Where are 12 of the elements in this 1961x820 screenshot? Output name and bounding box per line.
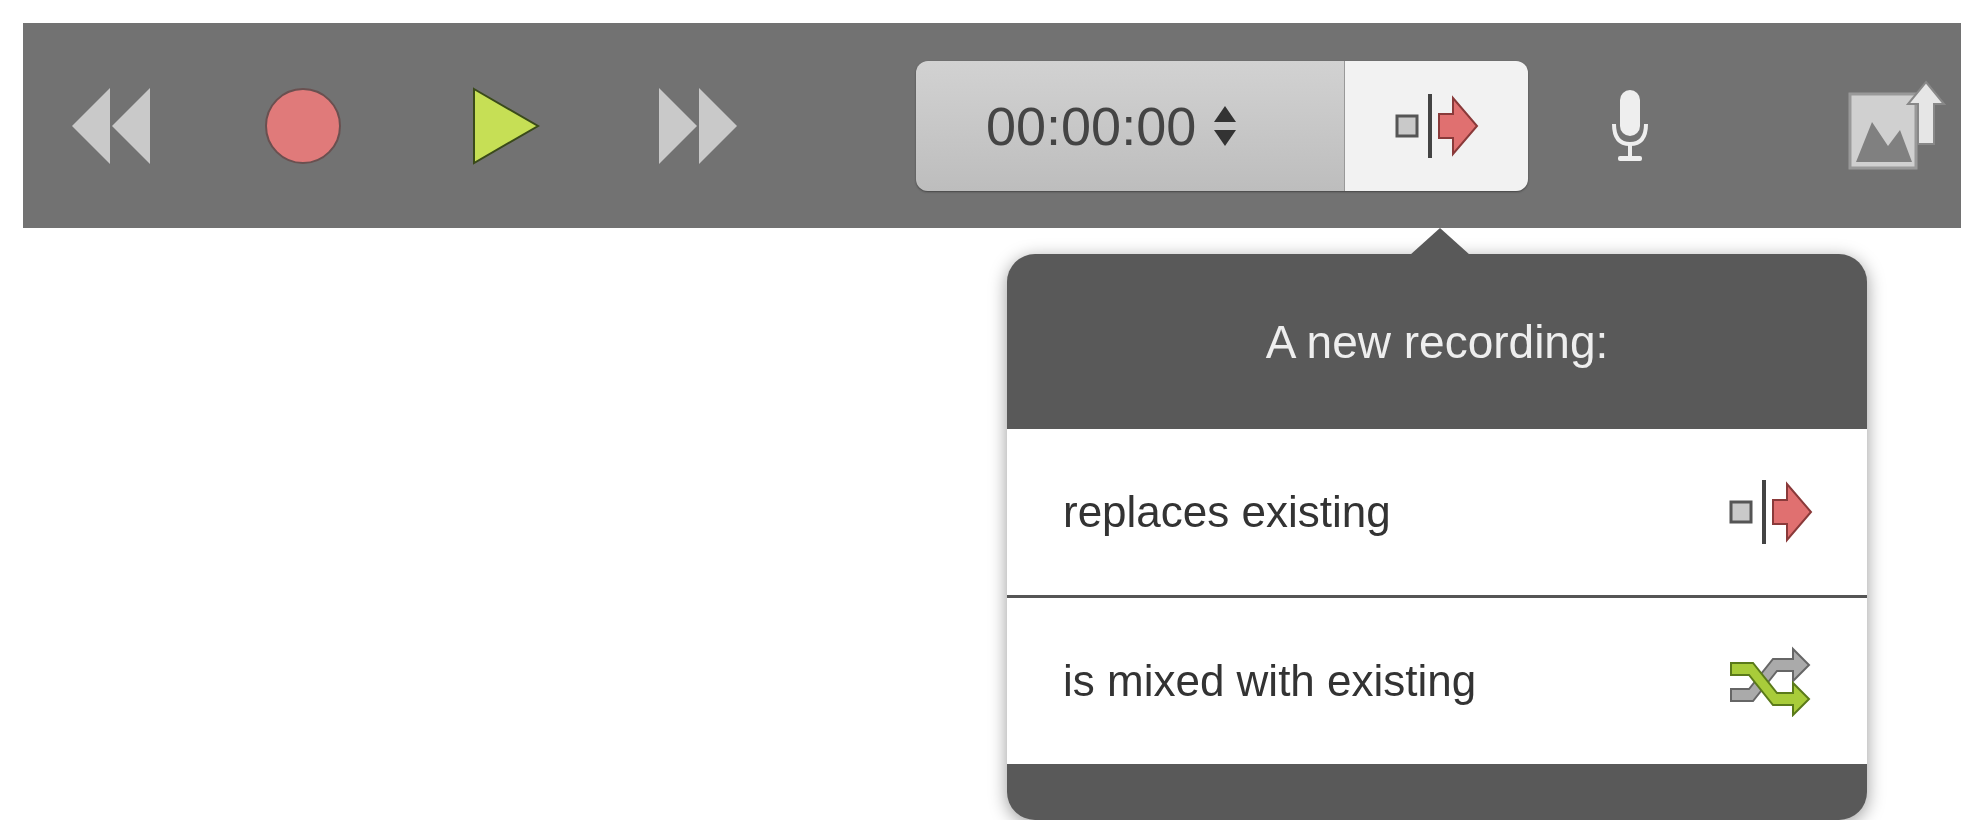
play-button[interactable] (472, 86, 540, 165)
fast-forward-button[interactable] (657, 85, 739, 166)
record-mode-button[interactable] (1344, 60, 1528, 191)
time-field[interactable]: 00:00:00 (916, 60, 1344, 191)
microphone-button[interactable] (1610, 87, 1650, 164)
stepper-icon[interactable] (1214, 105, 1237, 146)
export-image-button[interactable] (1846, 79, 1946, 172)
time-value: 00:00:00 (986, 94, 1197, 157)
menu-option[interactable]: is mixed with existing (1007, 595, 1867, 764)
menu-option[interactable]: replaces existing (1007, 429, 1867, 595)
record-button[interactable] (264, 86, 342, 165)
popover-title: A new recording: (1264, 314, 1610, 370)
